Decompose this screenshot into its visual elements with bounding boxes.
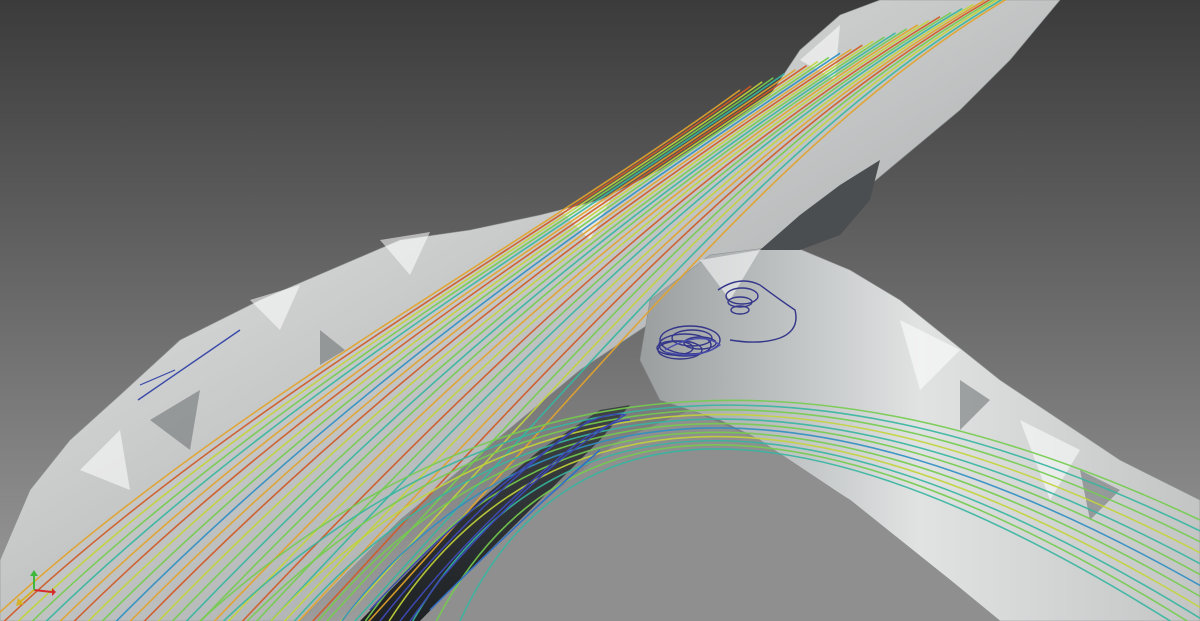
x-axis-arrow-icon bbox=[52, 588, 56, 596]
axes-triad bbox=[16, 570, 56, 606]
streamline-scene[interactable] bbox=[0, 0, 1200, 621]
3d-viewport[interactable] bbox=[0, 0, 1200, 621]
x-axis-icon bbox=[33, 589, 53, 593]
z-axis-icon bbox=[19, 589, 35, 603]
y-axis-arrow-icon bbox=[30, 570, 38, 576]
